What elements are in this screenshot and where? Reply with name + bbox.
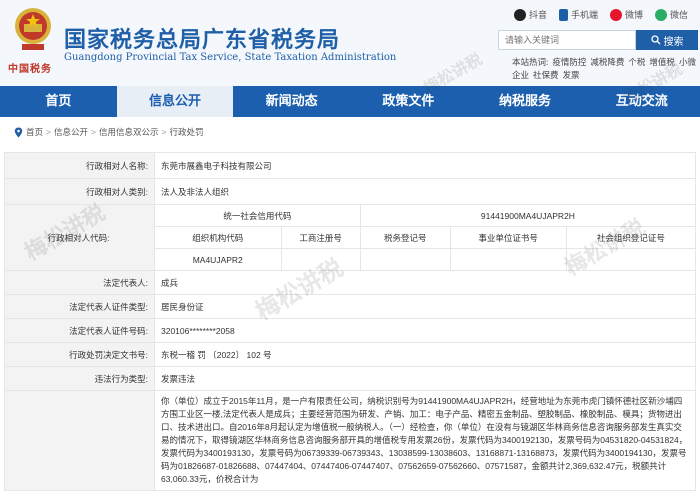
nav-item-policy[interactable]: 政策文件	[350, 86, 467, 117]
value-category: 法人及非法人组织	[154, 178, 696, 205]
value-business-reg	[280, 248, 361, 271]
hot-words-label: 本站热词:	[512, 57, 549, 67]
top-link-wechat[interactable]: 微信	[654, 8, 688, 21]
weibo-icon	[609, 8, 622, 21]
penalty-table: 行政相对人名称: 东莞市展鑫电子科技有限公司 行政相对人类别: 法人及非法人组织…	[4, 152, 697, 491]
hot-words: 本站热词: 疫情防控 减税降费 个税 增值税 小微企业 社保费 发票	[512, 56, 698, 82]
label-name: 行政相对人名称:	[4, 152, 155, 179]
top-link-label: 微博	[624, 10, 643, 20]
nav-item-interaction[interactable]: 互动交流	[583, 86, 700, 117]
nav-item-tax-service[interactable]: 纳税服务	[467, 86, 584, 117]
label-doc-no: 行政处罚决定文书号:	[4, 342, 155, 367]
search-button-label: 搜索	[663, 36, 684, 48]
value-org-code: MA4UJAPR2	[154, 248, 282, 271]
hot-word[interactable]: 发票	[563, 70, 580, 80]
credit-code-value: 91441900MA4UJAPR2H	[359, 204, 697, 227]
value-institution-cert	[449, 248, 567, 271]
header-tax-reg: 税务登记号	[359, 226, 451, 249]
nav-item-home[interactable]: 首页	[0, 86, 117, 117]
value-violation-type: 发票违法	[154, 366, 696, 391]
search-input[interactable]	[498, 30, 636, 50]
mobile-icon	[558, 8, 568, 21]
hot-word[interactable]: 个税	[628, 57, 645, 67]
wechat-icon	[654, 8, 667, 21]
hot-word[interactable]: 增值税	[649, 57, 675, 67]
top-link-label: 微信	[669, 10, 688, 20]
breadcrumb-separator: >	[161, 127, 167, 137]
national-emblem-icon	[15, 8, 51, 50]
search-button[interactable]: 搜索	[636, 30, 698, 50]
value-id-no: 320106********2058	[154, 318, 696, 343]
top-link-weibo[interactable]: 微博	[609, 8, 643, 21]
value-name: 东莞市展鑫电子科技有限公司	[154, 152, 696, 179]
site-subtitle: Guangdong Provincial Tax Service, State …	[64, 52, 397, 63]
breadcrumb-separator: >	[91, 127, 96, 137]
header-social-org: 社会组织登记证号	[565, 226, 697, 249]
value-tax-reg	[359, 248, 451, 271]
header-business-reg: 工商注册号	[280, 226, 361, 249]
top-link-label: 手机端	[570, 10, 598, 20]
label-description	[4, 390, 155, 491]
value-description: 你（单位）成立于2015年11月，是一户有限责任公司，纳税识别号为9144190…	[154, 390, 696, 491]
value-social-org	[565, 248, 697, 271]
breadcrumb-separator: >	[46, 127, 51, 137]
label-legal-rep: 法定代表人:	[4, 270, 155, 295]
breadcrumb-home[interactable]: 首页	[26, 126, 43, 138]
hot-word[interactable]: 社保费	[533, 70, 559, 80]
site-title[interactable]: 国家税务总局广东省税务局	[64, 22, 340, 54]
hot-word[interactable]: 疫情防控	[552, 57, 586, 67]
credit-code-label: 统一社会信用代码	[154, 204, 361, 227]
breadcrumb-credit[interactable]: 信用信息双公示	[99, 126, 159, 138]
nav-item-info-disclosure[interactable]: 信息公开	[116, 86, 234, 117]
search-icon	[650, 35, 660, 45]
label-category: 行政相对人类别:	[4, 178, 155, 205]
label-id-no: 法定代表人证件号码:	[4, 318, 155, 343]
location-icon	[14, 127, 23, 137]
breadcrumb: 首页 > 信息公开 > 信用信息双公示 > 行政处罚	[14, 126, 203, 138]
top-links: 抖音 手机端 微博 微信	[513, 8, 688, 21]
value-id-type: 居民身份证	[154, 294, 696, 319]
nav-item-news[interactable]: 新闻动态	[233, 86, 350, 117]
header-institution-cert: 事业单位证书号	[449, 226, 567, 249]
label-violation-type: 违法行为类型:	[4, 366, 155, 391]
label-code: 行政相对人代码:	[4, 204, 155, 271]
site-header: 中国税务 国家税务总局广东省税务局 Guangdong Provincial T…	[0, 0, 700, 86]
breadcrumb-info[interactable]: 信息公开	[54, 126, 88, 138]
main-nav: 首页 信息公开 新闻动态 政策文件 纳税服务 互动交流	[0, 86, 700, 117]
search-box: 搜索	[498, 30, 698, 50]
top-link-mobile[interactable]: 手机端	[558, 8, 598, 21]
top-link-label: 抖音	[528, 10, 547, 20]
label-id-type: 法定代表人证件类型:	[4, 294, 155, 319]
emblem-caption: 中国税务	[8, 64, 52, 75]
penalty-record: 行政相对人名称: 东莞市展鑫电子科技有限公司 行政相对人类别: 法人及非法人组织…	[4, 152, 697, 491]
breadcrumb-penalty[interactable]: 行政处罚	[169, 126, 203, 138]
top-link-douyin[interactable]: 抖音	[513, 8, 547, 21]
value-legal-rep: 成兵	[154, 270, 696, 295]
douyin-icon	[513, 8, 526, 21]
hot-word[interactable]: 减税降费	[590, 57, 624, 67]
header-org-code: 组织机构代码	[154, 226, 282, 249]
value-doc-no: 东税一稽 罚 〔2022〕 102 号	[154, 342, 696, 367]
